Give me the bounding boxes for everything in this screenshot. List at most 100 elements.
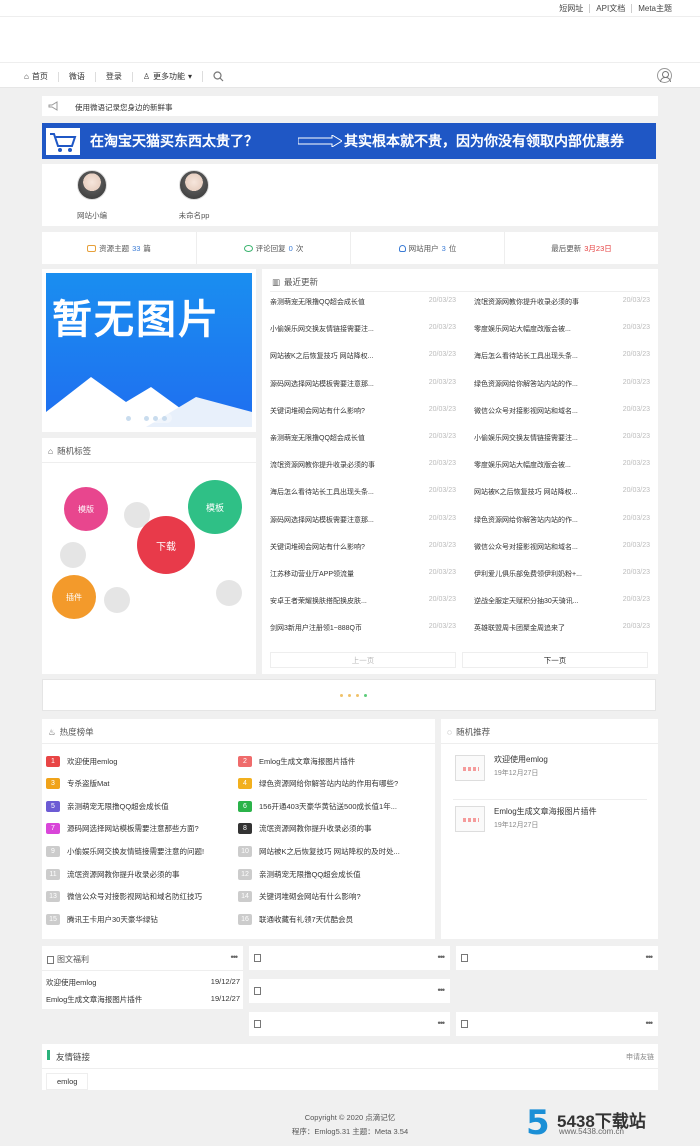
stat-value: 3月23日	[584, 243, 612, 253]
latest-item[interactable]: 零度娱乐网站大幅度改版会被... 20/03/23	[474, 460, 650, 487]
section-title: 热度榜单	[59, 727, 94, 737]
prev-page-button[interactable]: 上一页	[270, 652, 456, 668]
item-date: 20/03/23	[622, 351, 650, 359]
hot-item[interactable]: 4 绿色资源网给你解答站内站的作用有哪些?	[238, 777, 398, 791]
latest-item[interactable]: 亲测萌宠无限撸QQ超会成长值 20/03/23	[270, 433, 456, 460]
hot-item[interactable]: 3 专杀盗版Mat	[46, 777, 110, 791]
ad-banner[interactable]: 在淘宝天猫买东西太贵了？ 其实根本就不贵，因为你没有领取内部优惠券	[42, 123, 656, 159]
latest-item[interactable]: 零度娱乐网站大幅度改版会被... 20/03/23	[474, 324, 650, 351]
slider-dot[interactable]	[143, 415, 149, 421]
latest-item[interactable]: 逆战全服定天赋积分抽30天骑讯... 20/03/23	[474, 596, 650, 623]
rank-badge: 13	[46, 891, 60, 903]
loading-dots	[340, 694, 367, 697]
slider-dot[interactable]	[134, 415, 140, 421]
slider-dot[interactable]	[161, 415, 167, 421]
latest-item[interactable]: 源码网选择网站模板需要注意那... 20/03/23	[270, 515, 456, 542]
apply-link-button[interactable]: 申请友链	[626, 1052, 654, 1062]
hot-item[interactable]: 11 流氓资源网教你提升收录必须的事	[46, 867, 180, 881]
hot-item[interactable]: 15 腾讯王卡用户30天豪华绿钻	[46, 912, 158, 926]
top-link-api-docs[interactable]: API文档	[589, 4, 631, 13]
hot-item[interactable]: 10 网站被K之后恢复技巧 网站降权的及时处...	[238, 844, 400, 858]
more-icon[interactable]: •••	[646, 952, 654, 962]
notice-text[interactable]: 使用微语记录您身边的新鲜事	[75, 102, 173, 113]
recommend-item[interactable]: 欢迎使用emlog 19年12月27日	[453, 751, 647, 791]
item-date: 20/03/23	[428, 460, 456, 468]
latest-item[interactable]: 流氓资源网教你提升收录必须的事 20/03/23	[270, 460, 456, 487]
hot-item[interactable]: 9 小偷娱乐网交换友情链接需要注意的问题!	[46, 844, 204, 858]
latest-item[interactable]: 微信公众号对接影视网站和域名... 20/03/23	[474, 542, 650, 569]
more-icon[interactable]: •••	[438, 985, 446, 995]
author-card[interactable]: 网站小编	[62, 170, 122, 221]
tag-bubble[interactable]: 模版	[64, 487, 108, 531]
latest-item[interactable]: 小偷娱乐网交换友情链接需要注... 20/03/23	[270, 324, 456, 351]
hot-item[interactable]: 5 亲测萌宠无限撸QQ超会成长值	[46, 799, 169, 813]
hot-item[interactable]: 7 源码网选择网站模板需要注意那些方面?	[46, 822, 199, 836]
author-card[interactable]: 未命名pp	[164, 170, 224, 221]
slider-dots[interactable]	[120, 413, 172, 423]
item-date: 20/03/23	[622, 433, 650, 440]
nav-login[interactable]: 登录	[94, 71, 132, 82]
friend-link[interactable]: emlog	[46, 1073, 89, 1090]
slide: 暂无图片	[46, 273, 252, 427]
latest-item[interactable]: 江苏移动营业厅APP领流量 20/03/23	[270, 569, 456, 596]
recommend-title: 欢迎使用emlog	[494, 755, 548, 764]
tag-bubble[interactable]: 下载	[137, 516, 195, 574]
hot-item[interactable]: 13 微信公众号对接影视网站和域名防红技巧	[46, 890, 202, 904]
user-icon[interactable]	[657, 68, 672, 83]
top-link-meta-theme[interactable]: Meta主题	[631, 4, 678, 13]
authors-panel: 网站小编 未命名pp	[42, 164, 658, 226]
nav-weiyu[interactable]: 微语	[57, 71, 95, 82]
more-icon[interactable]: •••	[646, 1018, 654, 1028]
recommend-item[interactable]: Emlog生成文章海报图片插件 19年12月27日	[453, 799, 647, 839]
list-item[interactable]: Emlog生成文章海报图片插件 19/12/27	[46, 994, 240, 1005]
latest-item[interactable]: 关键词堆砌会网站有什么影响? 20/03/23	[270, 406, 456, 433]
friend-links: 友情链接 申请友链 emlog	[42, 1044, 658, 1090]
hot-item[interactable]: 1 欢迎使用emlog	[46, 754, 117, 768]
latest-item[interactable]: 安卓王者荣耀换肤搭配换皮肤... 20/03/23	[270, 596, 456, 623]
latest-item[interactable]: 剑网3新用户注册领1~888Q币 20/03/23	[270, 623, 456, 650]
hot-item[interactable]: 8 流氓资源网教你提升收录必须的事	[238, 822, 372, 836]
item-title: 江苏移动营业厅APP领流量	[270, 571, 355, 578]
more-icon[interactable]: •••	[231, 952, 239, 962]
image-slider[interactable]: 暂无图片	[42, 269, 256, 432]
hot-item[interactable]: 14 关键词堆砌会网站有什么影响?	[238, 890, 361, 904]
hot-item[interactable]: 16 联通收藏有礼领7天优酷会员	[238, 912, 353, 926]
latest-item[interactable]: 微信公众号对接影视网站和域名... 20/03/23	[474, 406, 650, 433]
nav-more[interactable]: ♙ 更多功能 ▾	[131, 71, 202, 82]
slider-dot[interactable]	[125, 415, 131, 421]
list-item[interactable]: 欢迎使用emlog 19/12/27	[46, 977, 240, 988]
latest-item[interactable]: 网站被K之后恢复技巧 网站降权... 20/03/23	[270, 351, 456, 378]
nav-search[interactable]	[202, 71, 234, 82]
latest-item[interactable]: 绿色资源网给你解答站内站的作... 20/03/23	[474, 379, 650, 406]
latest-item[interactable]: 网站被K之后恢复技巧 网站降权... 20/03/23	[474, 487, 650, 514]
tag-bubble[interactable]: 模板	[188, 480, 242, 534]
latest-item[interactable]: 流氓资源网教你提升收录必须的事 20/03/23	[474, 297, 650, 324]
tag-bubble[interactable]: 插件	[52, 575, 96, 619]
item-date: 20/03/23	[428, 514, 456, 522]
item-title: 绿色资源网给你解答站内站的作...	[474, 380, 578, 388]
slider-dot[interactable]	[152, 415, 158, 421]
next-page-button[interactable]: 下一页	[462, 652, 648, 668]
latest-item[interactable]: 源码网选择网站模板需要注意那... 20/03/23	[270, 379, 456, 406]
latest-item[interactable]: 绿色资源网给你解答站内站的作... 20/03/23	[474, 515, 650, 542]
latest-item[interactable]: 伊利爱儿俱乐部免费领伊利奶粉+... 20/03/23	[474, 569, 650, 596]
item-date: 20/03/23	[622, 596, 650, 604]
hot-item[interactable]: 2 Emlog生成文章海报图片插件	[238, 754, 355, 768]
latest-item[interactable]: 小偷娱乐网交换友情链接需要注... 20/03/23	[474, 433, 650, 460]
item-date: 20/03/23	[428, 378, 456, 386]
more-icon[interactable]: •••	[438, 952, 446, 962]
latest-item[interactable]: 英雄联盟周卡团聚金周追来了 20/03/23	[474, 623, 650, 650]
section-title: 最近更新	[284, 277, 319, 287]
item-title: 网站被K之后恢复技巧 网站降权...	[270, 353, 374, 361]
latest-item[interactable]: 海后怎么看待站长工具出现头条... 20/03/23	[474, 351, 650, 378]
latest-item[interactable]: 海后怎么看待站长工具出现头条... 20/03/23	[270, 487, 456, 514]
item-title: 安卓王者荣耀换肤搭配换皮肤...	[270, 598, 367, 606]
top-link-short-url[interactable]: 短网址	[553, 4, 589, 13]
nav-home[interactable]: ⌂ 首页	[24, 72, 58, 82]
hot-item[interactable]: 12 亲测萌宠无限撸QQ超会成长值	[238, 867, 361, 881]
hot-item[interactable]: 6 156开通403天豪华黄钻送500成长值1年...	[238, 799, 397, 813]
latest-item[interactable]: 关键词堆砌会网站有什么影响? 20/03/23	[270, 542, 456, 569]
latest-item[interactable]: 亲测萌宠无限撸QQ超会成长值 20/03/23	[270, 297, 456, 324]
empty-panel: •••	[249, 1012, 450, 1036]
more-icon[interactable]: •••	[438, 1018, 446, 1028]
